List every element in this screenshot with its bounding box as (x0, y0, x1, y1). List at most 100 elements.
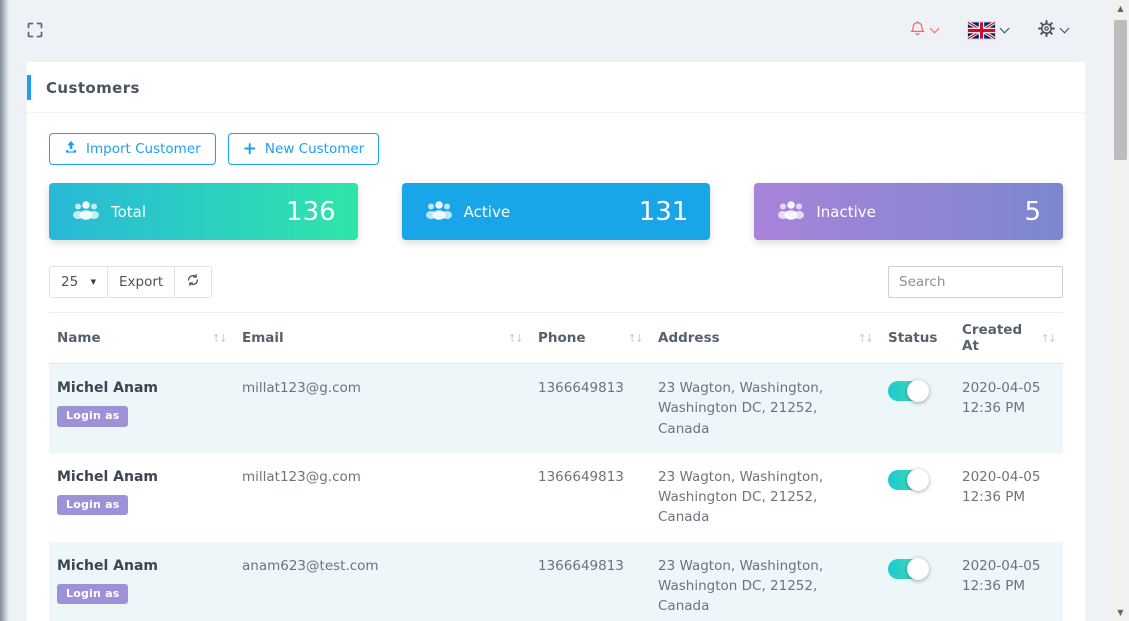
stat-label: Active (463, 202, 511, 221)
sort-icon: ↑↓ (1040, 331, 1058, 345)
cell-status (880, 542, 954, 621)
export-button[interactable]: Export (107, 266, 176, 298)
column-label: Phone (538, 330, 586, 346)
cell-status (880, 364, 954, 453)
status-toggle[interactable] (888, 380, 929, 402)
stat-card-active: Active 131 (401, 183, 711, 240)
table-row: Michel Anam Login as millat123@g.com 136664… (49, 453, 1063, 542)
users-icon (71, 199, 101, 224)
sort-icon: ↑↓ (211, 331, 229, 345)
table-body: Michel Anam Login as millat123@g.com 136664… (49, 363, 1063, 621)
topbar (0, 0, 1112, 60)
column-label: Status (888, 330, 938, 346)
users-icon (424, 199, 454, 224)
cell-name: Michel Anam Login as (49, 542, 234, 621)
stat-card-inactive: Inactive 5 (754, 183, 1064, 240)
main-area: Customers Import Customer + New Customer (0, 0, 1112, 621)
cell-status (880, 453, 954, 542)
cell-phone: 1366649813 (538, 468, 624, 485)
users-icon (776, 199, 806, 224)
login-as-badge[interactable]: Login as (57, 494, 129, 516)
language-dropdown[interactable] (968, 21, 1010, 39)
cell-address: 23 Wagton, Washington, Washington DC, 21… (658, 380, 824, 437)
new-customer-button[interactable]: + New Customer (227, 133, 380, 165)
content-panel: Customers Import Customer + New Customer (27, 62, 1085, 621)
table-header-row: Name ↑↓ Email ↑↓ Phone ↑↓ Address ↑↓ Status Creat… (49, 312, 1063, 364)
created-time: 12:36 PM (962, 577, 1025, 594)
upload-icon (64, 140, 78, 158)
login-as-badge[interactable]: Login as (57, 406, 129, 427)
chevron-down-icon (1059, 23, 1070, 33)
created-date: 2020-04-05 (962, 557, 1041, 574)
column-label: Address (658, 330, 720, 346)
cell-phone: 1366649813 (538, 557, 624, 574)
scroll-down-button[interactable]: ▼ (1112, 604, 1129, 621)
stat-card-total: Total 136 (49, 183, 358, 240)
caret-down-icon: ▼ (90, 278, 96, 286)
page-title: Customers (46, 79, 140, 97)
fullscreen-icon[interactable] (27, 22, 43, 38)
scroll-up-button[interactable]: ▲ (1112, 0, 1129, 17)
created-date: 2020-04-05 (962, 380, 1041, 396)
cell-created-at: 2020-04-05 12:36 PM (954, 542, 1063, 621)
column-header-name[interactable]: Name ↑↓ (49, 312, 234, 364)
customers-table: Name ↑↓ Email ↑↓ Phone ↑↓ Address ↑↓ Status Creat… (49, 312, 1063, 621)
stats-row: Total 136 Active 131 Inactive 5 (49, 183, 1064, 240)
column-label: Name (57, 330, 101, 346)
search-input[interactable] (888, 266, 1063, 298)
sort-icon: ↑↓ (507, 331, 525, 345)
column-header-created-at[interactable]: Created At ↑↓ (954, 312, 1063, 364)
stat-value: 131 (638, 196, 689, 227)
cell-email: millat123@g.com (242, 380, 361, 396)
cell-phone: 1366649813 (538, 380, 624, 396)
refresh-button[interactable] (174, 266, 213, 298)
scrollbar-thumb[interactable] (1114, 20, 1127, 160)
cell-email: anam623@test.com (242, 557, 379, 574)
plus-icon: + (242, 138, 257, 159)
bell-icon (910, 20, 925, 41)
customer-name: Michel Anam (57, 557, 159, 574)
status-toggle[interactable] (888, 468, 929, 491)
status-toggle[interactable] (888, 557, 929, 580)
stat-label: Total (111, 202, 147, 221)
page-size-select[interactable]: 25 ▼ (49, 266, 108, 298)
import-customer-button[interactable]: Import Customer (49, 133, 216, 165)
column-header-address[interactable]: Address ↑↓ (650, 312, 880, 364)
login-as-badge[interactable]: Login as (57, 583, 129, 604)
cell-created-at: 2020-04-05 12:36 PM (954, 453, 1063, 542)
table-row: Michel Anam Login as millat123@g.com 136664… (49, 363, 1063, 453)
stat-value: 5 (1024, 196, 1042, 227)
column-header-email[interactable]: Email ↑↓ (234, 312, 530, 364)
column-header-status: Status (880, 312, 954, 364)
customer-name: Michel Anam (57, 468, 159, 485)
chevron-down-icon (999, 23, 1010, 33)
cell-address: 23 Wagton, Washington, Washington DC, 21… (658, 557, 824, 615)
sort-icon: ↑↓ (627, 331, 645, 345)
page-title-bar: Customers (27, 62, 1085, 113)
vertical-scrollbar[interactable]: ▲ ▼ (1112, 0, 1129, 621)
column-header-phone[interactable]: Phone ↑↓ (530, 312, 650, 364)
cell-name: Michel Anam Login as (49, 364, 234, 453)
cell-email: millat123@g.com (242, 468, 361, 485)
table-row: Michel Anam Login as anam623@test.com 13666… (49, 541, 1063, 621)
toggle-knob (907, 468, 929, 491)
notifications-dropdown[interactable] (910, 20, 940, 41)
table-buttons-group: 25 ▼ Export (49, 266, 213, 298)
stat-value: 136 (286, 196, 336, 227)
action-buttons: Import Customer + New Customer (49, 133, 1063, 165)
sort-icon: ↑↓ (857, 331, 875, 345)
toggle-knob (907, 557, 929, 580)
cell-address: 23 Wagton, Washington, Washington DC, 21… (658, 468, 824, 526)
chevron-down-icon (929, 23, 940, 33)
toggle-knob (907, 380, 929, 402)
column-label: Email (242, 330, 284, 346)
settings-dropdown[interactable] (1038, 19, 1070, 41)
customer-name: Michel Anam (57, 380, 159, 396)
table-controls: 25 ▼ Export (49, 266, 1063, 298)
created-date: 2020-04-05 (962, 468, 1041, 485)
cell-created-at: 2020-04-05 12:36 PM (954, 364, 1063, 453)
refresh-icon (186, 273, 200, 291)
column-label: Created At (962, 322, 1023, 354)
cell-name: Michel Anam Login as (49, 453, 234, 542)
stat-label: Inactive (816, 202, 876, 221)
